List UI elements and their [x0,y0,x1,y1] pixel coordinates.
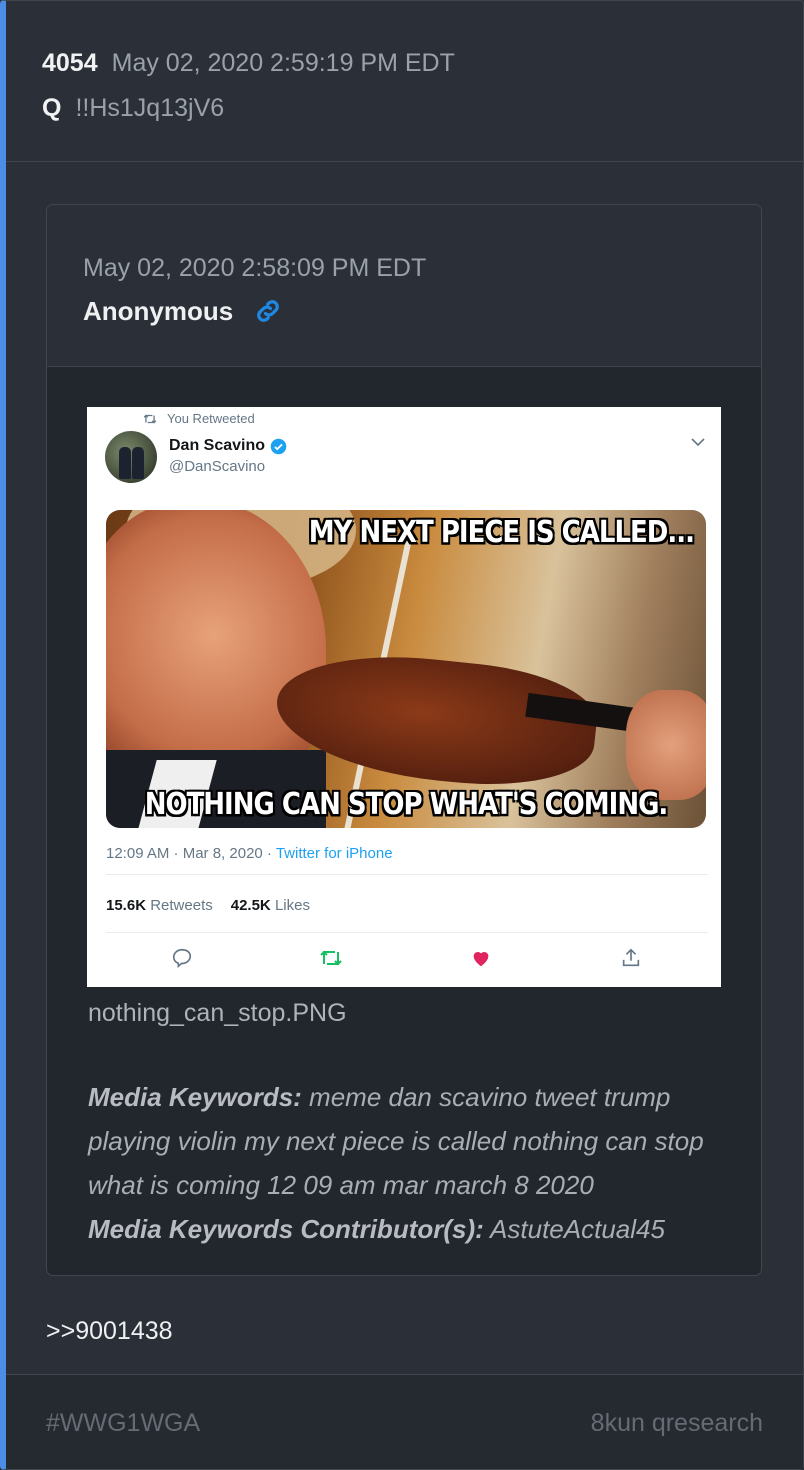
tripcode: !!Hs1Jq13jV6 [75,94,225,122]
post-author: Q [42,94,62,122]
post-number[interactable]: 4054 [42,49,98,77]
post-footer: #WWG1WGA 8kun qresearch [6,1374,803,1469]
avatar [105,431,157,483]
quoted-post: May 02, 2020 2:58:09 PM EDT Anonymous Yo… [46,204,762,1276]
meme-top-caption: MY NEXT PIECE IS CALLED... [308,515,695,551]
tweet-author-name: Dan Scavino [169,437,266,454]
post-card: 4054 May 02, 2020 2:59:19 PM EDT Q !!Hs1Jq… [0,0,804,1470]
retweet-icon [143,414,157,423]
image-filename[interactable]: nothing_can_stop.PNG [88,999,347,1028]
heart-icon [470,947,492,974]
quoted-post-author: Anonymous [83,296,234,326]
verified-badge-icon [270,438,287,454]
quoted-post-date: May 02, 2020 2:58:09 PM EDT [83,254,427,282]
meme-bottom-caption: NOTHING CAN STOP WHAT'S COMING. [144,787,669,823]
meme-image: MY NEXT PIECE IS CALLED... NOTHING CAN S… [106,510,706,828]
quoted-post-header: May 02, 2020 2:58:09 PM EDT Anonymous [47,205,761,367]
retweet-note: You Retweeted [143,411,255,426]
share-icon [620,947,642,974]
tweet-screenshot-image[interactable]: You Retweeted Dan Scavino @DanScavino MY… [87,407,721,987]
link-icon[interactable] [253,296,283,326]
reply-reference-link[interactable]: >>9001438 [46,1317,173,1346]
tweet-stats: 15.6K Retweets 42.5K Likes [106,897,310,914]
post-header: 4054 May 02, 2020 2:59:19 PM EDT Q !!Hs1Jq… [6,1,803,162]
source-label: 8kun qresearch [590,1409,763,1437]
retweet-icon [319,947,343,974]
post-date: May 02, 2020 2:59:19 PM EDT [111,49,455,77]
hashtag: #WWG1WGA [46,1409,201,1437]
media-keywords: Media Keywords: meme dan scavino tweet t… [88,1082,704,1244]
reply-icon [171,947,193,974]
tweet-timestamp: 12:09 AM · Mar 8, 2020 · Twitter for iPh… [106,845,393,862]
tweet-actions [87,947,721,979]
tweet-handle: @DanScavino [169,458,266,475]
chevron-down-icon [691,438,705,447]
